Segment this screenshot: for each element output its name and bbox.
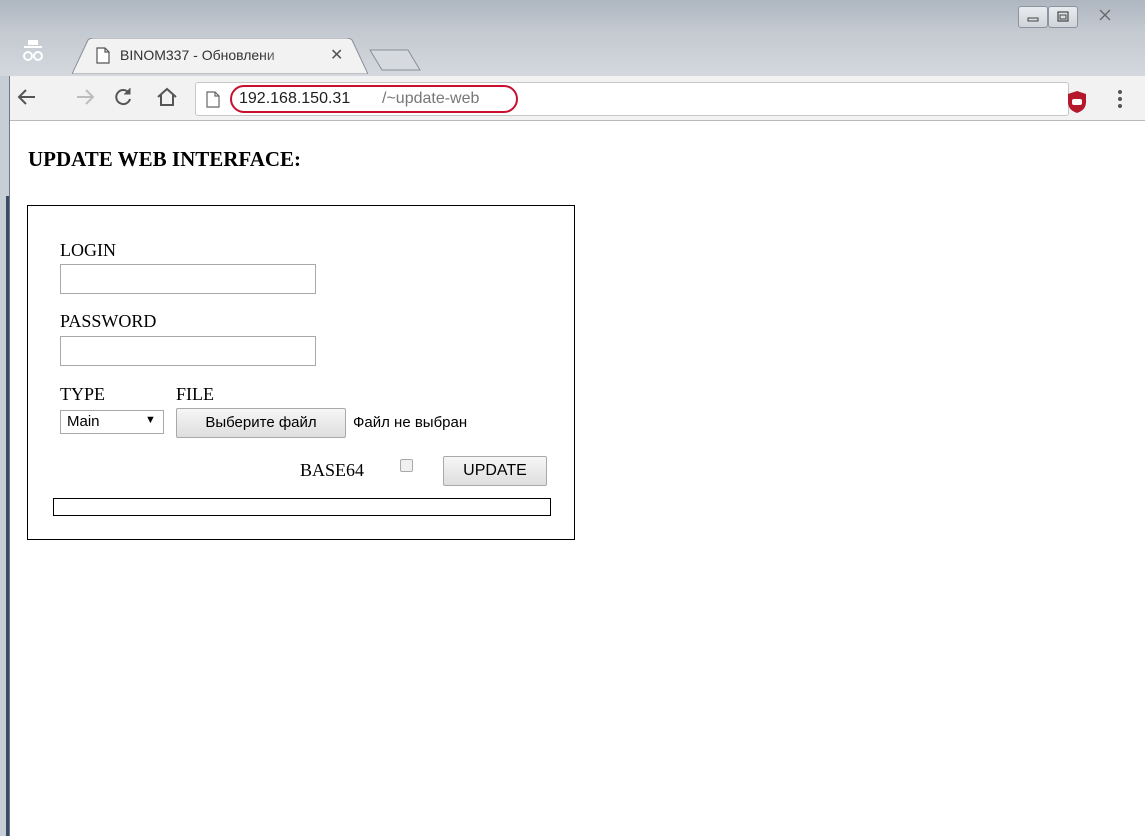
maximize-button[interactable] [1048, 6, 1078, 28]
upload-progress-bar [53, 498, 551, 516]
tab-active[interactable]: BINOM337 - Обновлени ✕ [72, 38, 368, 74]
page-title: UPDATE WEB INTERFACE: [28, 147, 302, 171]
incognito-icon [23, 40, 43, 61]
close-window-button[interactable] [1080, 6, 1132, 26]
minimize-icon [1027, 17, 1039, 22]
page-icon [206, 91, 220, 108]
tab-close-icon[interactable]: ✕ [330, 45, 343, 65]
close-icon [1099, 9, 1111, 21]
dropdown-arrow-icon: ▼ [145, 414, 156, 426]
password-label: PASSWORD [60, 311, 157, 331]
maximize-icon [1057, 11, 1069, 22]
type-select-value: Main [67, 413, 100, 430]
base64-checkbox[interactable] [400, 459, 413, 472]
home-button[interactable] [154, 84, 180, 110]
kebab-menu-icon[interactable] [1116, 88, 1124, 110]
new-tab-button[interactable] [368, 48, 422, 72]
password-input[interactable] [60, 336, 316, 366]
login-label: LOGIN [60, 240, 116, 260]
url-highlight-annotation [230, 85, 518, 113]
tab-title-fade [262, 42, 302, 70]
file-status: Файл не выбран [353, 414, 468, 431]
update-form: LOGIN PASSWORD TYPE FILE Main ▼ Выберите… [27, 205, 575, 540]
update-button[interactable]: UPDATE [443, 456, 547, 486]
address-bar[interactable]: 192.168.150.31 /~update-web [195, 82, 1069, 116]
ublock-extension-icon[interactable] [1066, 90, 1088, 114]
forward-button[interactable] [72, 84, 98, 110]
reload-button[interactable] [110, 84, 136, 110]
choose-file-button[interactable]: Выберите файл [176, 408, 346, 438]
window-left-border [0, 76, 10, 836]
login-input[interactable] [60, 264, 316, 294]
base64-label: BASE64 [300, 460, 365, 480]
browser-titlebar: BINOM337 - Обновлени ✕ [0, 0, 1145, 76]
minimize-button[interactable] [1018, 6, 1048, 28]
arrow-right-icon [77, 89, 95, 105]
reload-icon [115, 88, 131, 106]
window-controls [1018, 6, 1136, 28]
page-icon [96, 47, 110, 64]
file-label: FILE [176, 384, 214, 404]
browser-toolbar: 192.168.150.31 /~update-web [0, 76, 1145, 121]
arrow-left-icon [17, 89, 35, 105]
back-button[interactable] [14, 84, 40, 110]
home-icon [157, 87, 177, 106]
type-select[interactable]: Main ▼ [60, 410, 164, 434]
type-label: TYPE [60, 384, 105, 404]
